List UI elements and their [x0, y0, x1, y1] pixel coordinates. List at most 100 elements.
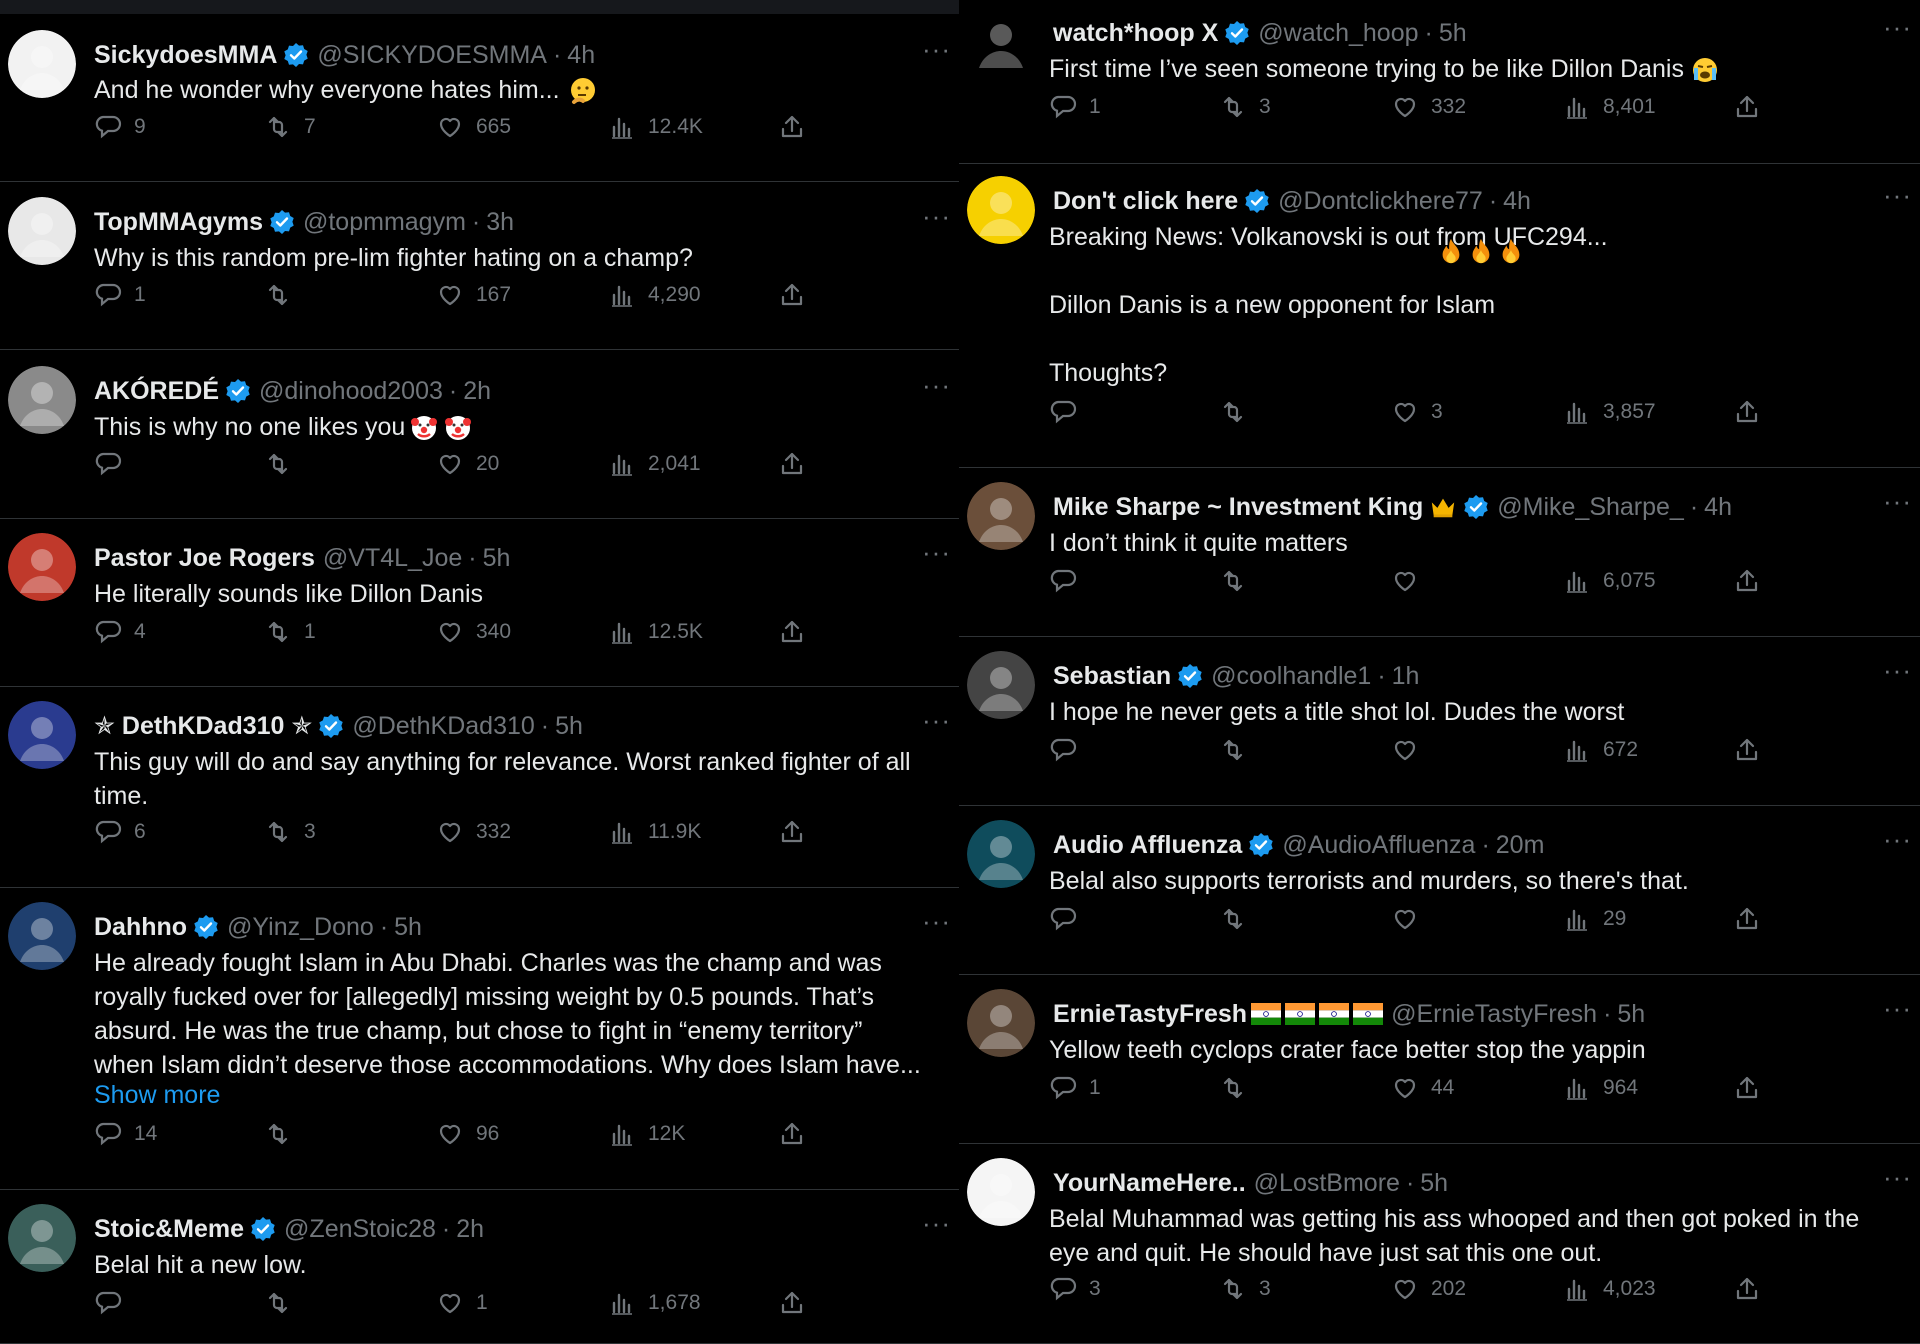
like-button[interactable]: 332: [1391, 90, 1466, 124]
display-name[interactable]: Mike Sharpe ~ Investment King: [1053, 493, 1423, 522]
user-handle[interactable]: @Dontclickhere77: [1278, 187, 1483, 216]
display-name[interactable]: ✯ DethKDad310 ✯: [94, 711, 312, 741]
tweet[interactable]: Don't click here @Dontclickhere77 · 4h ··· Br…: [959, 164, 1920, 468]
timestamp[interactable]: 4h: [567, 41, 595, 70]
views-button[interactable]: 12.5K: [608, 615, 703, 649]
tweet[interactable]: Mike Sharpe ~ Investment King @Mike_Sharp…: [959, 468, 1920, 637]
share-button[interactable]: [778, 1286, 806, 1320]
share-button[interactable]: [778, 1117, 806, 1151]
tweet[interactable]: Audio Affluenza @AudioAffluenza · 20m ··· Bel…: [959, 806, 1920, 975]
reply-button[interactable]: [94, 1286, 134, 1320]
timestamp[interactable]: 2h: [463, 377, 491, 406]
like-button[interactable]: 1: [436, 1286, 488, 1320]
tweet[interactable]: Sebastian @coolhandle1 · 1h ··· I hope he nev…: [959, 637, 1920, 806]
repost-button[interactable]: [1219, 1071, 1259, 1105]
views-button[interactable]: 29: [1563, 902, 1626, 936]
views-button[interactable]: 8,401: [1563, 90, 1656, 124]
avatar[interactable]: [8, 533, 76, 601]
timestamp[interactable]: 5h: [1420, 1169, 1448, 1198]
tweet[interactable]: TopMMAgyms @topmmagym · 3h ··· Why is this ra…: [0, 182, 959, 350]
more-options-icon[interactable]: ···: [922, 201, 951, 232]
display-name[interactable]: Audio Affluenza: [1053, 831, 1242, 860]
timestamp[interactable]: 1h: [1392, 662, 1420, 691]
like-button[interactable]: 96: [436, 1117, 499, 1151]
repost-button[interactable]: 3: [1219, 90, 1271, 124]
like-button[interactable]: 3: [1391, 395, 1443, 429]
reply-button[interactable]: 1: [1049, 1071, 1101, 1105]
avatar[interactable]: [967, 820, 1035, 888]
user-handle[interactable]: @LostBmore: [1254, 1169, 1400, 1198]
reply-button[interactable]: 1: [1049, 90, 1101, 124]
repost-button[interactable]: [1219, 733, 1259, 767]
user-handle[interactable]: @ErnieTastyFresh: [1391, 1000, 1597, 1029]
views-button[interactable]: 12K: [608, 1117, 685, 1151]
tweet[interactable]: ✯ DethKDad310 ✯ @DethKDad310 · 5h ··· This gu…: [0, 687, 959, 888]
views-button[interactable]: 1,678: [608, 1286, 701, 1320]
more-options-icon[interactable]: ···: [922, 370, 951, 401]
avatar[interactable]: [8, 30, 76, 98]
display-name[interactable]: Don't click here: [1053, 187, 1238, 216]
timestamp[interactable]: 2h: [456, 1215, 484, 1244]
like-button[interactable]: [1391, 564, 1431, 598]
timestamp[interactable]: 20m: [1496, 831, 1545, 860]
avatar[interactable]: [967, 989, 1035, 1057]
tweet[interactable]: ErnieTastyFresh @ErnieTastyFresh · 5h ··· Yel…: [959, 975, 1920, 1144]
like-button[interactable]: [1391, 902, 1431, 936]
repost-button[interactable]: [264, 278, 304, 312]
reply-button[interactable]: [1049, 564, 1089, 598]
avatar[interactable]: [8, 197, 76, 265]
more-options-icon[interactable]: ···: [922, 34, 951, 65]
timestamp[interactable]: 4h: [1503, 187, 1531, 216]
timestamp[interactable]: 5h: [1617, 1000, 1645, 1029]
user-handle[interactable]: @coolhandle1: [1211, 662, 1371, 691]
views-button[interactable]: 6,075: [1563, 564, 1656, 598]
avatar[interactable]: [8, 701, 76, 769]
timestamp[interactable]: 5h: [483, 544, 511, 573]
avatar[interactable]: [967, 651, 1035, 719]
tweet[interactable]: watch*hoop X @watch_hoop · 5h ··· First time …: [959, 0, 1920, 164]
reply-button[interactable]: 9: [94, 110, 146, 144]
more-options-icon[interactable]: ···: [1883, 180, 1912, 211]
share-button[interactable]: [1733, 1071, 1761, 1105]
repost-button[interactable]: [264, 1286, 304, 1320]
share-button[interactable]: [778, 615, 806, 649]
more-options-icon[interactable]: ···: [1883, 824, 1912, 855]
reply-button[interactable]: [1049, 733, 1089, 767]
tweet[interactable]: Pastor Joe Rogers @VT4L_Joe · 5h ··· He liter…: [0, 519, 959, 687]
like-button[interactable]: 332: [436, 815, 511, 849]
avatar[interactable]: [967, 8, 1035, 76]
display-name[interactable]: Sebastian: [1053, 662, 1171, 691]
share-button[interactable]: [1733, 395, 1761, 429]
views-button[interactable]: 672: [1563, 733, 1638, 767]
user-handle[interactable]: @Mike_Sharpe_: [1497, 493, 1684, 522]
more-options-icon[interactable]: ···: [922, 1208, 951, 1239]
display-name[interactable]: Pastor Joe Rogers: [94, 544, 315, 573]
user-handle[interactable]: @SICKYDOESMMA: [317, 41, 547, 70]
user-handle[interactable]: @DethKDad310: [352, 712, 534, 741]
more-options-icon[interactable]: ···: [922, 906, 951, 937]
user-handle[interactable]: @watch_hoop: [1258, 19, 1418, 48]
avatar[interactable]: [967, 176, 1035, 244]
repost-button[interactable]: 3: [264, 815, 316, 849]
timestamp[interactable]: 5h: [1439, 19, 1467, 48]
reply-button[interactable]: [1049, 902, 1089, 936]
tweet[interactable]: Stoic&Meme @ZenStoic28 · 2h ··· Belal hit a n…: [0, 1190, 959, 1344]
display-name[interactable]: YourNameHere..: [1053, 1169, 1246, 1198]
display-name[interactable]: Stoic&Meme: [94, 1215, 244, 1244]
avatar[interactable]: [8, 1204, 76, 1272]
reply-button[interactable]: 14: [94, 1117, 157, 1151]
like-button[interactable]: 20: [436, 447, 499, 481]
avatar[interactable]: [967, 1158, 1035, 1226]
views-button[interactable]: 2,041: [608, 447, 701, 481]
views-button[interactable]: 12.4K: [608, 110, 703, 144]
reply-button[interactable]: 4: [94, 615, 146, 649]
reply-button[interactable]: 6: [94, 815, 146, 849]
share-button[interactable]: [1733, 564, 1761, 598]
display-name[interactable]: ErnieTastyFresh: [1053, 1000, 1247, 1029]
share-button[interactable]: [778, 815, 806, 849]
repost-button[interactable]: [264, 1117, 304, 1151]
like-button[interactable]: 665: [436, 110, 511, 144]
more-options-icon[interactable]: ···: [1883, 1162, 1912, 1193]
timestamp[interactable]: 4h: [1704, 493, 1732, 522]
timestamp[interactable]: 5h: [555, 712, 583, 741]
